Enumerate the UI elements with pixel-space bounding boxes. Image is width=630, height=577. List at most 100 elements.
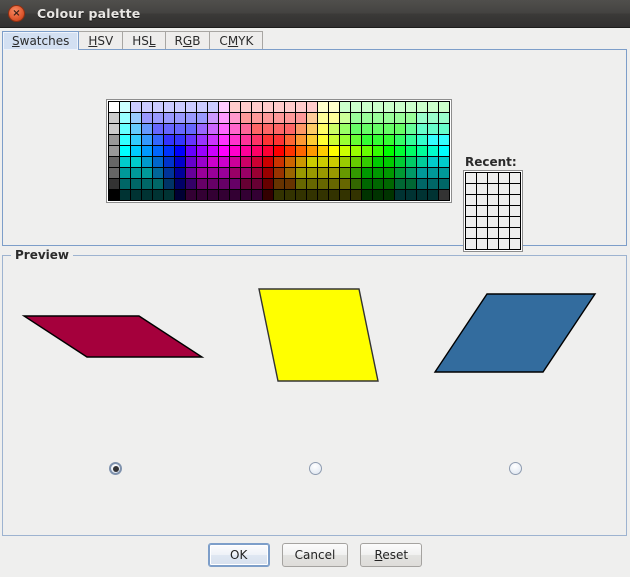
swatch-cell[interactable] <box>318 124 328 134</box>
swatch-cell[interactable] <box>120 168 130 178</box>
swatch-cell[interactable] <box>230 146 240 156</box>
recent-swatch-cell[interactable] <box>499 217 509 227</box>
swatch-cell[interactable] <box>296 124 306 134</box>
swatch-cell[interactable] <box>186 190 196 200</box>
recent-swatch-cell[interactable] <box>488 195 498 205</box>
swatch-cell[interactable] <box>428 190 438 200</box>
swatch-cell[interactable] <box>307 135 317 145</box>
ok-button[interactable]: OK <box>207 543 270 567</box>
swatch-cell[interactable] <box>274 102 284 112</box>
swatch-cell[interactable] <box>406 146 416 156</box>
swatch-cell[interactable] <box>131 124 141 134</box>
swatch-cell[interactable] <box>208 102 218 112</box>
swatch-cell[interactable] <box>417 190 427 200</box>
swatch-cell[interactable] <box>197 190 207 200</box>
swatch-cell[interactable] <box>362 124 372 134</box>
swatch-cell[interactable] <box>428 168 438 178</box>
swatch-cell[interactable] <box>120 135 130 145</box>
swatch-cell[interactable] <box>384 113 394 123</box>
recent-swatch-cell[interactable] <box>466 217 476 227</box>
swatch-cell[interactable] <box>131 179 141 189</box>
recent-swatch-cell[interactable] <box>466 173 476 183</box>
swatch-cell[interactable] <box>406 135 416 145</box>
swatch-cell[interactable] <box>406 168 416 178</box>
swatch-cell[interactable] <box>230 179 240 189</box>
swatch-cell[interactable] <box>153 102 163 112</box>
swatch-cell[interactable] <box>219 113 229 123</box>
swatch-cell[interactable] <box>186 146 196 156</box>
recent-swatch-cell[interactable] <box>466 228 476 238</box>
swatch-cell[interactable] <box>439 102 449 112</box>
tab-hsv[interactable]: HSV <box>78 31 124 50</box>
swatch-cell[interactable] <box>318 113 328 123</box>
swatch-cell[interactable] <box>219 157 229 167</box>
swatch-cell[interactable] <box>340 146 350 156</box>
swatch-cell[interactable] <box>296 135 306 145</box>
swatch-cell[interactable] <box>417 135 427 145</box>
recent-swatch-cell[interactable] <box>499 195 509 205</box>
swatch-cell[interactable] <box>175 102 185 112</box>
recent-swatch-cell[interactable] <box>510 239 520 249</box>
swatch-cell[interactable] <box>362 179 372 189</box>
swatch-cell[interactable] <box>252 124 262 134</box>
swatch-cell[interactable] <box>153 124 163 134</box>
recent-swatch-cell[interactable] <box>488 239 498 249</box>
swatch-cell[interactable] <box>274 168 284 178</box>
swatch-cell[interactable] <box>362 102 372 112</box>
swatch-cell[interactable] <box>109 113 119 123</box>
swatch-cell[interactable] <box>318 168 328 178</box>
swatch-cell[interactable] <box>109 102 119 112</box>
swatch-cell[interactable] <box>428 124 438 134</box>
swatch-cell[interactable] <box>219 179 229 189</box>
swatch-cell[interactable] <box>362 135 372 145</box>
swatch-cell[interactable] <box>340 102 350 112</box>
swatch-cell[interactable] <box>252 113 262 123</box>
swatch-cell[interactable] <box>120 190 130 200</box>
swatch-cell[interactable] <box>252 157 262 167</box>
swatch-cell[interactable] <box>296 157 306 167</box>
recent-swatch-cell[interactable] <box>466 195 476 205</box>
swatch-cell[interactable] <box>373 146 383 156</box>
swatch-cell[interactable] <box>241 135 251 145</box>
swatch-cell[interactable] <box>417 102 427 112</box>
swatch-cell[interactable] <box>120 102 130 112</box>
swatch-cell[interactable] <box>230 168 240 178</box>
swatch-cell[interactable] <box>428 146 438 156</box>
swatch-cell[interactable] <box>395 190 405 200</box>
recent-swatch-cell[interactable] <box>510 228 520 238</box>
swatch-cell[interactable] <box>263 146 273 156</box>
swatch-cell[interactable] <box>406 113 416 123</box>
swatch-cell[interactable] <box>351 135 361 145</box>
swatch-cell[interactable] <box>186 124 196 134</box>
swatch-cell[interactable] <box>208 168 218 178</box>
recent-swatch-cell[interactable] <box>466 239 476 249</box>
swatch-cell[interactable] <box>362 113 372 123</box>
swatch-cell[interactable] <box>274 179 284 189</box>
swatch-cell[interactable] <box>285 102 295 112</box>
swatch-cell[interactable] <box>285 190 295 200</box>
swatch-cell[interactable] <box>296 168 306 178</box>
swatch-cell[interactable] <box>340 179 350 189</box>
swatch-cell[interactable] <box>329 135 339 145</box>
swatch-cell[interactable] <box>296 113 306 123</box>
swatch-cell[interactable] <box>395 179 405 189</box>
swatch-cell[interactable] <box>373 190 383 200</box>
swatch-cell[interactable] <box>274 113 284 123</box>
swatch-cell[interactable] <box>274 124 284 134</box>
swatch-cell[interactable] <box>175 113 185 123</box>
swatch-cell[interactable] <box>208 113 218 123</box>
swatch-cell[interactable] <box>307 124 317 134</box>
swatch-cell[interactable] <box>307 168 317 178</box>
swatch-cell[interactable] <box>186 135 196 145</box>
swatch-cell[interactable] <box>406 124 416 134</box>
swatch-cell[interactable] <box>164 168 174 178</box>
recent-swatch-cell[interactable] <box>510 195 520 205</box>
swatch-cell[interactable] <box>395 146 405 156</box>
swatch-cell[interactable] <box>153 168 163 178</box>
swatch-cell[interactable] <box>296 146 306 156</box>
swatch-cell[interactable] <box>252 146 262 156</box>
recent-swatch-cell[interactable] <box>477 184 487 194</box>
swatch-cell[interactable] <box>175 146 185 156</box>
swatch-cell[interactable] <box>131 146 141 156</box>
swatch-cell[interactable] <box>175 179 185 189</box>
